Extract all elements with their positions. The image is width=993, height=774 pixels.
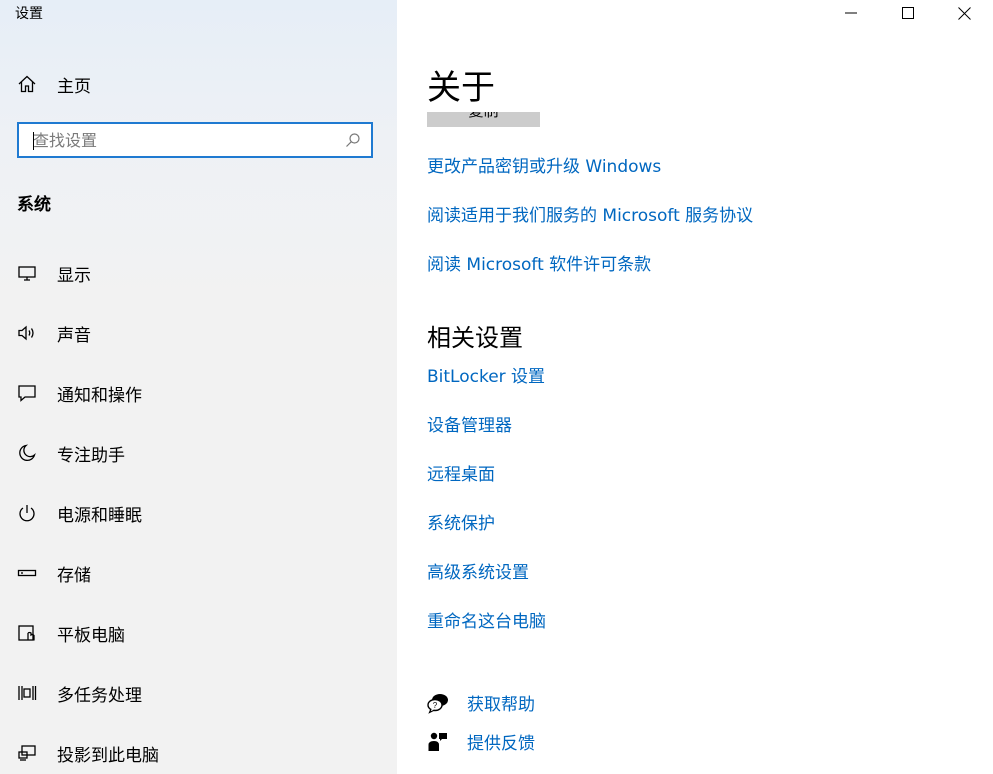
window-controls [822, 0, 993, 26]
link-change-product-key[interactable]: 更改产品密钥或升级 Windows [427, 152, 661, 177]
feedback-icon [427, 731, 449, 753]
app-title: 设置 [15, 6, 43, 22]
speaker-icon [16, 322, 38, 344]
related-settings-heading: 相关设置 [427, 324, 523, 352]
display-icon [16, 262, 38, 284]
sidebar-item-label: 电源和睡眠 [57, 505, 142, 526]
sidebar-item-multitasking[interactable]: 多任务处理 [0, 663, 397, 723]
text-caret [33, 132, 34, 150]
section-title-system: 系统 [17, 195, 51, 215]
home-icon [16, 73, 38, 95]
sidebar-item-display[interactable]: 显示 [0, 243, 397, 303]
close-button[interactable] [936, 0, 993, 26]
copy-button[interactable]: 复制 [427, 112, 540, 127]
link-service-agreement[interactable]: 阅读适用于我们服务的 Microsoft 服务协议 [427, 201, 753, 226]
minimize-icon [844, 12, 857, 14]
sidebar-item-label: 平板电脑 [57, 625, 125, 646]
main-content: 关于 复制 更改产品密钥或升级 Windows 阅读适用于我们服务的 Micro… [397, 0, 993, 774]
search-box[interactable] [17, 122, 373, 158]
sidebar-item-focus-assist[interactable]: 专注助手 [0, 423, 397, 483]
link-advanced-system-settings[interactable]: 高级系统设置 [427, 558, 529, 583]
sidebar-item-label: 显示 [57, 265, 91, 286]
sidebar-item-project[interactable]: 投影到此电脑 [0, 723, 397, 774]
get-help-label: 获取帮助 [467, 695, 535, 715]
sidebar-item-power[interactable]: 电源和睡眠 [0, 483, 397, 543]
multitask-icon [16, 682, 38, 704]
link-remote-desktop[interactable]: 远程桌面 [427, 460, 495, 485]
sidebar: 设置 主页 系统 [0, 0, 397, 774]
sidebar-item-label: 存储 [57, 565, 91, 586]
feedback-link[interactable]: 提供反馈 [427, 729, 535, 754]
svg-text:?: ? [433, 701, 438, 710]
sidebar-item-notifications[interactable]: 通知和操作 [0, 363, 397, 423]
sidebar-item-label: 投影到此电脑 [57, 745, 159, 766]
close-icon [958, 6, 971, 20]
maximize-button[interactable] [879, 0, 936, 26]
copy-button-label: 复制 [427, 112, 540, 121]
tablet-icon [16, 622, 38, 644]
minimize-button[interactable] [822, 0, 879, 26]
project-icon [16, 742, 38, 764]
search-input[interactable] [33, 124, 333, 156]
sidebar-item-home[interactable]: 主页 [16, 70, 376, 98]
link-system-protection[interactable]: 系统保护 [427, 509, 495, 534]
link-license-terms[interactable]: 阅读 Microsoft 软件许可条款 [427, 250, 651, 275]
sidebar-item-label: 通知和操作 [57, 385, 142, 406]
sidebar-item-label: 专注助手 [57, 445, 125, 466]
home-label: 主页 [57, 76, 91, 97]
link-rename-pc[interactable]: 重命名这台电脑 [427, 607, 546, 632]
maximize-icon [901, 7, 914, 19]
chat-help-icon: ? [427, 692, 449, 714]
link-device-manager[interactable]: 设备管理器 [427, 411, 512, 436]
sidebar-item-storage[interactable]: 存储 [0, 543, 397, 603]
sidebar-item-label: 声音 [57, 325, 91, 346]
get-help-link[interactable]: ? 获取帮助 [427, 690, 535, 715]
search-icon[interactable] [345, 132, 361, 148]
sidebar-item-tablet[interactable]: 平板电脑 [0, 603, 397, 663]
sidebar-item-label: 多任务处理 [57, 685, 142, 706]
page-title: 关于 [427, 68, 495, 108]
sidebar-item-sound[interactable]: 声音 [0, 303, 397, 363]
sidebar-nav: 显示 声音 通知和操作 专注助手 电源和睡眠 存储 平板电脑 多任务处理 投影到… [0, 243, 397, 774]
moon-icon [16, 442, 38, 464]
link-bitlocker[interactable]: BitLocker 设置 [427, 362, 545, 387]
notification-icon [16, 382, 38, 404]
settings-window: 设置 主页 系统 [0, 0, 993, 774]
storage-icon [16, 562, 38, 584]
feedback-label: 提供反馈 [467, 734, 535, 754]
power-icon [16, 502, 38, 524]
